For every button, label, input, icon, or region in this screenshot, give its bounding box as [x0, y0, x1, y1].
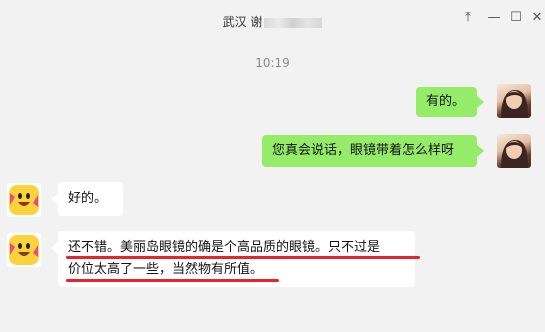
redacted-name: [264, 17, 323, 28]
message-timestamp: 10:19: [255, 56, 290, 70]
message-line: 还不错。美丽岛眼镜的确是个高品质的眼镜。只不过是: [68, 240, 381, 255]
bubble-tail: [477, 96, 484, 108]
contact-avatar[interactable]: [7, 183, 41, 217]
contact-avatar-image: [7, 233, 41, 267]
annotation-underline: [66, 279, 279, 282]
annotation-underline: [66, 256, 420, 259]
contact-avatar-image: [7, 183, 41, 217]
title-bar: 武汉 谢 ⤒ — ☐ ✕: [0, 0, 545, 40]
minimize-icon[interactable]: —: [484, 8, 504, 28]
contact-avatar[interactable]: [7, 233, 41, 267]
bubble-tail: [51, 193, 58, 205]
self-avatar[interactable]: [497, 84, 531, 118]
close-icon[interactable]: ✕: [527, 8, 545, 28]
message-bubble[interactable]: 好的。: [58, 182, 123, 216]
self-avatar[interactable]: [497, 134, 531, 168]
maximize-icon[interactable]: ☐: [506, 8, 526, 28]
message-line: 价位太高了一些，当然物有所值。: [68, 262, 264, 277]
pin-icon[interactable]: ⤒: [458, 8, 478, 28]
self-avatar-image: [501, 140, 528, 168]
message-bubble[interactable]: 您真会说话，眼镜带着怎么样呀: [262, 135, 477, 167]
self-avatar-image: [501, 90, 528, 118]
bubble-tail: [51, 242, 58, 254]
chat-title-text: 武汉 谢: [222, 15, 263, 29]
bubble-tail: [477, 145, 484, 157]
message-bubble[interactable]: 有的。: [416, 87, 477, 117]
